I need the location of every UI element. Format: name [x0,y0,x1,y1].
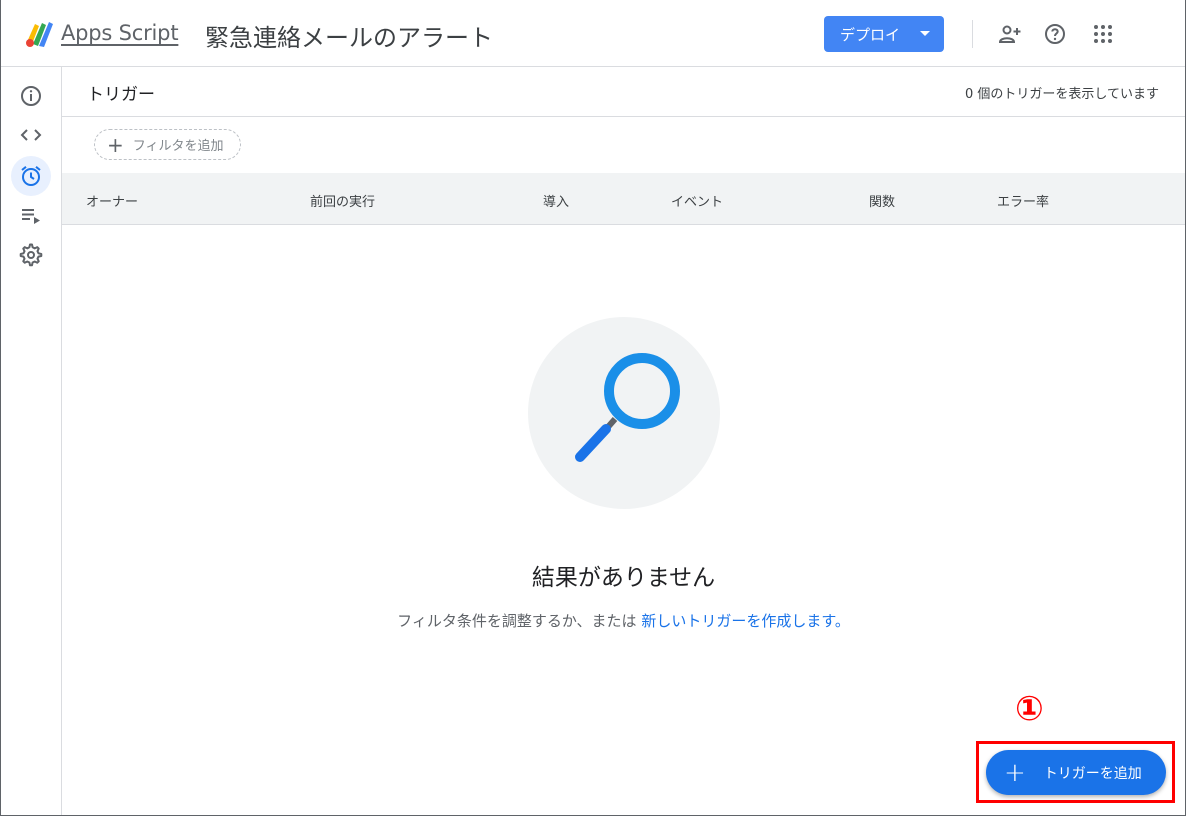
title-divider [62,116,1185,117]
help-icon[interactable] [1043,22,1067,46]
column-header-last-run[interactable]: 前回の実行 [310,191,375,210]
apps-grid-icon[interactable] [1091,22,1115,46]
add-trigger-button[interactable]: + トリガーを追加 [986,750,1166,795]
gear-icon[interactable] [19,243,43,267]
deploy-button[interactable]: デプロイ [824,16,944,52]
alarm-clock-icon[interactable] [19,164,43,188]
annotation-number: ① [1015,689,1044,729]
code-icon[interactable] [19,123,43,147]
magnifier-icon [575,353,680,462]
column-header-error-rate[interactable]: エラー率 [997,191,1049,210]
side-navigation [1,67,62,815]
add-filter-button[interactable]: + フィルタを追加 [94,129,241,160]
deploy-button-label: デプロイ [840,25,901,44]
plus-icon: + [107,132,124,157]
empty-state-title: 結果がありません [531,565,716,591]
info-icon[interactable] [19,84,43,108]
add-filter-label: フィルタを追加 [132,139,224,154]
app-name-link[interactable]: Apps Script [61,21,179,45]
plus-icon: + [1004,757,1026,788]
add-person-icon[interactable] [998,22,1022,46]
add-trigger-label: トリガーを追加 [1043,765,1142,782]
empty-state-description: フィルタ条件を調整するか、または 新しいトリガーを作成します。 [62,610,1185,631]
project-title[interactable]: 緊急連絡メールのアラート [205,18,493,53]
chevron-down-icon [920,31,930,36]
top-bar: Apps Script 緊急連絡メールのアラート デプロイ [1,0,1185,67]
empty-state-description-text: フィルタ条件を調整するか、または [397,612,637,630]
create-trigger-link[interactable]: 新しいトリガーを作成します。 [641,612,850,630]
column-header-owner[interactable]: オーナー [86,191,138,210]
column-header-event[interactable]: イベント [671,191,723,210]
header-divider [972,20,973,48]
empty-state-illustration [528,317,720,509]
page-title: トリガー [87,85,155,105]
trigger-count-text: 0 個のトリガーを表示しています [964,87,1159,102]
apps-script-logo-icon[interactable] [25,20,57,48]
column-header-function[interactable]: 関数 [869,191,895,210]
column-header-deployment[interactable]: 導入 [543,191,569,210]
executions-list-icon[interactable] [19,204,43,228]
table-header: オーナー 前回の実行 導入 イベント 関数 エラー率 [62,173,1185,225]
